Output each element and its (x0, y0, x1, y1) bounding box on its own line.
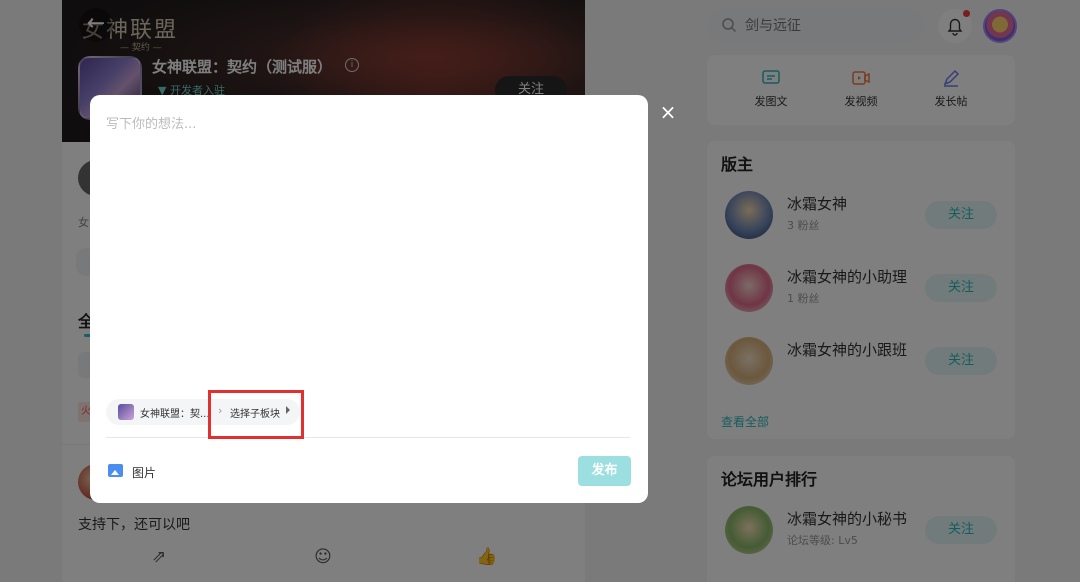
modal-divider (106, 437, 630, 438)
insert-image-label: 图片 (132, 466, 157, 480)
image-icon (108, 464, 123, 477)
board-avatar (118, 404, 134, 420)
highlight-annotation (208, 390, 304, 439)
close-icon[interactable]: × (658, 102, 678, 122)
post-editor-modal: 女神联盟：契... › 选择子板块 图片 发布 (90, 95, 648, 503)
publish-button[interactable]: 发布 (578, 456, 631, 486)
post-content-input[interactable] (106, 113, 630, 373)
board-name: 女神联盟：契... (140, 409, 210, 420)
